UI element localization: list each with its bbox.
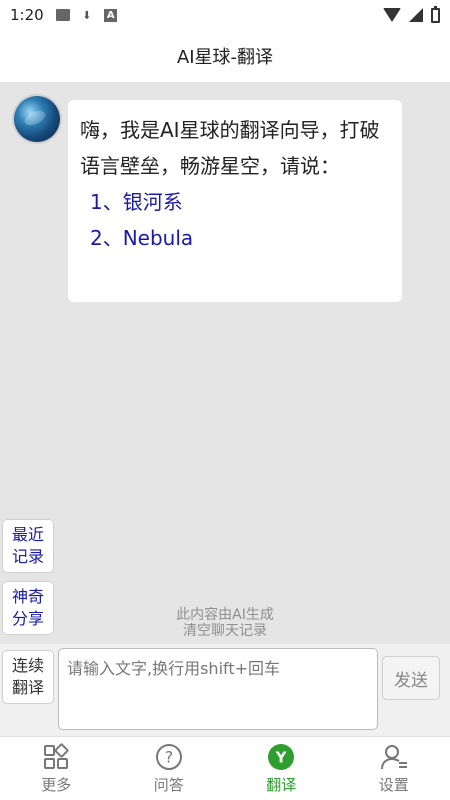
signal-icon xyxy=(409,8,423,22)
chat-area[interactable]: 嗨，我是AI星球的翻译向导，打破语言壁垒，畅游星空，请说： 1、银河系 2、Ne… xyxy=(0,82,450,642)
nav-label-more: 更多 xyxy=(41,776,72,794)
suggestion-1[interactable]: 1、银河系 xyxy=(80,184,390,220)
nav-item-translate[interactable]: Y 翻译 xyxy=(241,742,321,795)
status-bar: 1:20 ⬇ A xyxy=(0,0,450,30)
nav-label-qa: 问答 xyxy=(153,776,184,794)
nav-item-more[interactable]: 更多 xyxy=(16,742,96,795)
a-icon: A xyxy=(104,8,118,22)
question-icon: ? xyxy=(154,742,184,772)
message-input[interactable] xyxy=(58,648,378,730)
recent-records-label: 最近 记录 xyxy=(11,525,44,566)
nav-item-settings[interactable]: 设置 xyxy=(354,742,434,795)
bottom-nav: 更多 ? 问答 Y 翻译 设置 xyxy=(0,736,450,800)
page-title: AI星球-翻译 xyxy=(176,47,274,68)
continuous-translate-label: 连续 翻译 xyxy=(11,656,44,697)
battery-icon xyxy=(431,5,440,23)
nav-label-translate: 翻译 xyxy=(266,776,297,794)
grid-icon xyxy=(41,742,71,772)
title-bar: AI星球-翻译 xyxy=(0,30,450,82)
planet-avatar-icon xyxy=(14,96,60,142)
svg-text:?: ? xyxy=(165,748,174,767)
clear-history-link[interactable]: 清空聊天记录 xyxy=(0,623,450,640)
input-row: 连续 翻译 发送 xyxy=(0,644,450,736)
status-time: 1:20 xyxy=(10,6,44,24)
wifi-icon xyxy=(383,8,401,22)
download-icon: ⬇ xyxy=(82,8,92,22)
svg-text:Y: Y xyxy=(275,749,288,767)
greeting-text: 嗨，我是AI星球的翻译向导，打破语言壁垒，畅游星空，请说： xyxy=(80,118,380,178)
send-button[interactable]: 发送 xyxy=(382,656,440,700)
send-label: 发送 xyxy=(394,670,428,691)
translate-icon: Y xyxy=(266,742,296,772)
image-icon xyxy=(55,8,70,22)
nav-item-qa[interactable]: ? 问答 xyxy=(129,742,209,795)
ai-generated-note: 此内容由AI生成 xyxy=(176,607,274,623)
nav-label-settings: 设置 xyxy=(378,776,409,794)
assistant-message-bubble: 嗨，我是AI星球的翻译向导，打破语言壁垒，畅游星空，请说： 1、银河系 2、Ne… xyxy=(68,100,402,302)
person-settings-icon xyxy=(379,742,409,772)
recent-records-button[interactable]: 最近 记录 xyxy=(2,519,54,573)
continuous-translate-button[interactable]: 连续 翻译 xyxy=(2,650,54,704)
suggestion-2[interactable]: 2、Nebula xyxy=(80,220,390,256)
